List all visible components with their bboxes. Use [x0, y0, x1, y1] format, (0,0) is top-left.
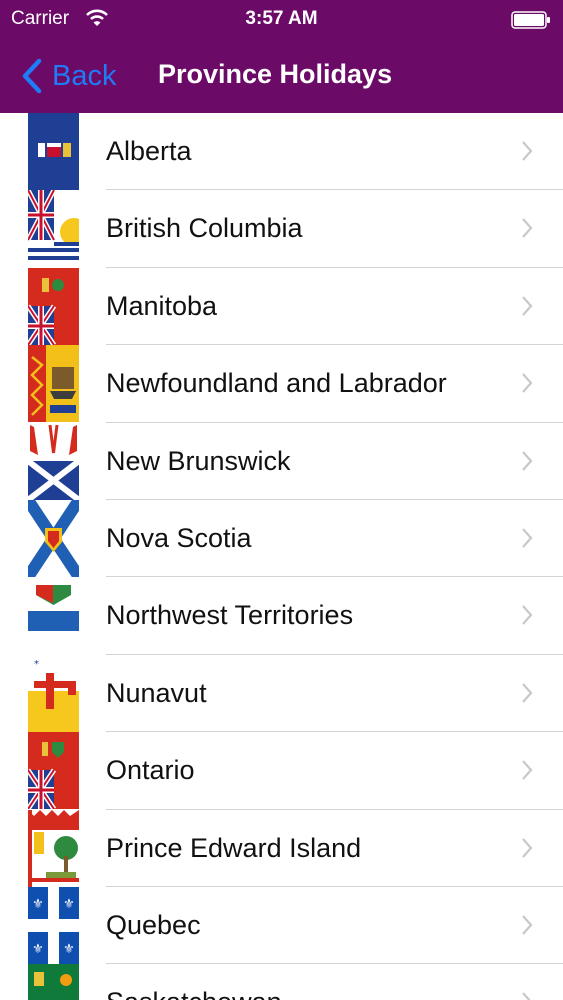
header: Carrier 3:57 AM Back Province Holidays	[0, 0, 563, 113]
chevron-right-icon	[522, 218, 533, 239]
chevron-right-icon	[522, 837, 533, 858]
navigation-bar: Back Province Holidays	[0, 40, 563, 113]
chevron-left-icon	[22, 58, 42, 94]
province-label: Saskatchewan	[106, 964, 282, 1000]
chevron-right-icon	[522, 683, 533, 703]
chevron-right-icon	[522, 373, 533, 393]
province-label: Prince Edward Island	[106, 832, 362, 863]
list-item-manitoba[interactable]: Manitoba	[0, 267, 563, 346]
province-label: Alberta	[106, 136, 192, 166]
british-columbia-flag-icon	[28, 190, 79, 268]
province-list: Alberta British Columbia Manitoba Newfou…	[0, 113, 563, 1000]
newfoundland-flag-icon	[28, 345, 79, 423]
list-item-alberta[interactable]: Alberta	[0, 113, 563, 191]
chevron-right-icon	[522, 450, 533, 471]
list-item-ontario[interactable]: Ontario	[0, 732, 563, 810]
new-brunswick-flag-icon	[28, 422, 79, 500]
chevron-right-icon	[522, 760, 533, 780]
province-label: Newfoundland and Labrador	[106, 368, 447, 399]
page-title: Province Holidays	[158, 59, 393, 89]
province-label: British Columbia	[106, 213, 303, 244]
chevron-right-icon	[522, 992, 531, 1000]
ontario-flag-icon	[28, 732, 79, 810]
back-button[interactable]: Back	[20, 56, 116, 96]
list-item-northwest-territories[interactable]: Northwest Territories	[0, 577, 563, 655]
list-item-nova-scotia[interactable]: Nova Scotia	[0, 499, 563, 578]
province-label: Manitoba	[106, 290, 218, 321]
svg-text:⚜: ⚜	[63, 942, 75, 957]
province-label: New Brunswick	[106, 445, 291, 476]
saskatchewan-flag-icon	[28, 964, 79, 1000]
svg-text:*: *	[34, 659, 39, 670]
svg-text:⚜: ⚜	[32, 897, 44, 912]
chevron-right-icon	[522, 605, 533, 626]
quebec-flag-icon: ⚜ ⚜ ⚜ ⚜	[28, 886, 79, 964]
list-item-saskatchewan[interactable]: Saskatchewan	[0, 964, 563, 1000]
chevron-right-icon	[522, 296, 533, 316]
back-label: Back	[52, 59, 117, 92]
province-label: Quebec	[106, 909, 201, 940]
svg-text:⚜: ⚜	[32, 942, 44, 957]
list-item-nunavut[interactable]: * Nunavut	[0, 654, 563, 733]
list-item-newfoundland-and-labrador[interactable]: Newfoundland and Labrador	[0, 345, 563, 423]
status-bar: Carrier 3:57 AM	[0, 0, 563, 40]
list-item-british-columbia[interactable]: British Columbia	[0, 190, 563, 268]
nunavut-flag-icon: *	[28, 654, 79, 732]
battery-icon	[511, 11, 550, 29]
list-item-prince-edward-island[interactable]: Prince Edward Island	[0, 809, 563, 887]
alberta-flag-icon	[28, 113, 79, 190]
province-label: Northwest Territories	[106, 600, 354, 631]
chevron-right-icon	[522, 528, 533, 548]
province-label: Nova Scotia	[106, 522, 252, 553]
province-label: Nunavut	[106, 677, 207, 708]
chevron-right-icon	[522, 915, 533, 935]
chevron-right-icon	[522, 141, 533, 161]
svg-text:⚜: ⚜	[63, 897, 75, 912]
nova-scotia-flag-icon	[28, 499, 79, 577]
manitoba-flag-icon	[28, 267, 79, 345]
prince-edward-island-flag-icon	[28, 809, 79, 887]
list-item-new-brunswick[interactable]: New Brunswick	[0, 422, 563, 500]
province-label: Ontario	[106, 755, 195, 786]
clock: 3:57 AM	[245, 8, 318, 29]
list-item-quebec[interactable]: ⚜ ⚜ ⚜ ⚜ Quebec	[0, 886, 563, 965]
northwest-territories-flag-icon	[28, 577, 79, 655]
